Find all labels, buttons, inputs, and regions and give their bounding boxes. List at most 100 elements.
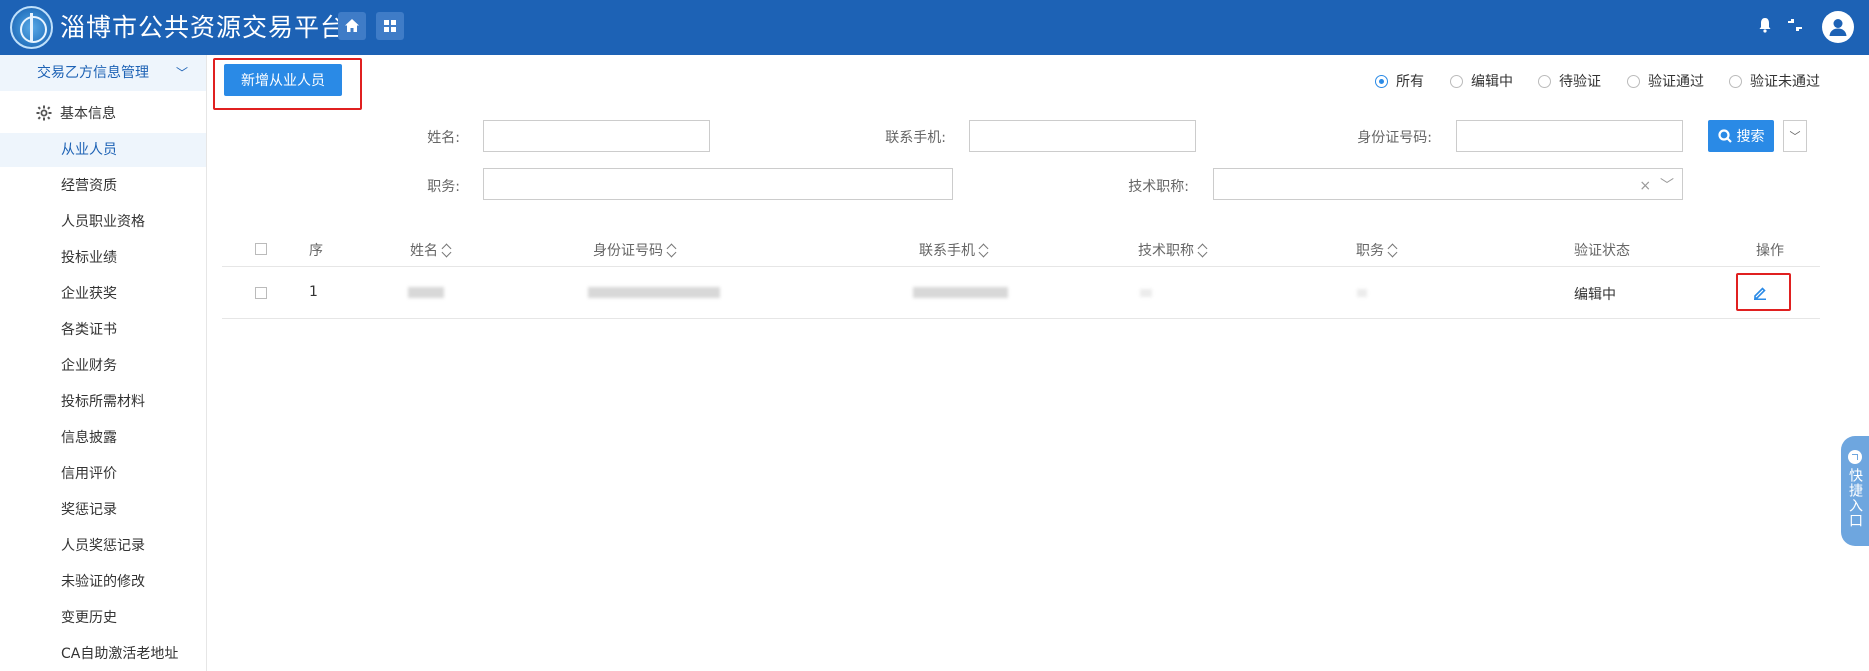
row-checkbox[interactable]: [255, 287, 267, 299]
radio-label: 编辑中: [1471, 74, 1513, 90]
sidebar: 交易乙方信息管理 ﹀ 基本信息 从业人员 经营资质 人员职业资格 投标业绩 企业…: [0, 55, 207, 671]
chevron-down-icon[interactable]: ﹀: [1660, 178, 1674, 194]
grid-icon: [384, 20, 396, 32]
redacted-tech-title: [1140, 289, 1152, 297]
col-label: 姓名: [410, 243, 438, 259]
sidebar-item-professional-qualifications[interactable]: 人员职业资格: [0, 205, 206, 239]
user-icon: [1829, 19, 1847, 36]
col-label: 技术职称: [1138, 243, 1194, 259]
phone-input[interactable]: [969, 120, 1196, 152]
sidebar-group-label: 交易乙方信息管理: [37, 65, 149, 81]
sidebar-item-change-history[interactable]: 变更历史: [0, 601, 206, 635]
radio-dot: [1627, 74, 1640, 88]
col-index: 序: [309, 240, 323, 260]
sidebar-group-header[interactable]: 交易乙方信息管理 ﹀: [0, 55, 206, 91]
id-number-label: 身份证号码:: [1357, 130, 1432, 146]
select-controls: × ﹀: [1639, 175, 1674, 195]
id-number-input[interactable]: [1456, 120, 1683, 152]
sidebar-item-qualifications[interactable]: 经营资质: [0, 169, 206, 203]
sidebar-item-unverified-changes[interactable]: 未验证的修改: [0, 565, 206, 599]
col-label: 身份证号码: [593, 243, 663, 259]
quick-entry-tab[interactable]: 快捷入口: [1841, 436, 1869, 546]
platform-logo: [10, 6, 53, 49]
radio-label: 验证未通过: [1750, 74, 1820, 90]
col-position[interactable]: 职务: [1356, 240, 1398, 260]
col-label: 联系手机: [919, 243, 975, 259]
clear-icon[interactable]: ×: [1639, 178, 1651, 194]
sidebar-item-ca-activation[interactable]: CA自助激活老地址: [0, 637, 206, 671]
sidebar-item-practitioners[interactable]: 从业人员: [0, 133, 206, 167]
search-icon: [1717, 129, 1732, 143]
notification-button[interactable]: [1756, 16, 1774, 34]
table-header-divider: [222, 266, 1820, 267]
sidebar-section-basic-info[interactable]: 基本信息: [36, 103, 116, 123]
col-id-number[interactable]: 身份证号码: [593, 240, 677, 260]
sidebar-item-company-awards[interactable]: 企业获奖: [0, 277, 206, 311]
name-label: 姓名:: [427, 130, 460, 146]
sort-icon: [979, 243, 989, 257]
radio-label: 所有: [1396, 74, 1424, 90]
row-status: 编辑中: [1574, 287, 1616, 303]
apps-button[interactable]: [376, 12, 404, 40]
radio-dot: [1538, 74, 1551, 88]
tech-title-label: 技术职称:: [1128, 179, 1189, 195]
table-row-divider: [222, 318, 1820, 319]
home-button[interactable]: [338, 12, 366, 40]
position-label: 职务:: [427, 179, 460, 195]
sidebar-item-disclosure[interactable]: 信息披露: [0, 421, 206, 455]
switch-button[interactable]: [1786, 16, 1804, 34]
app-title: 淄博市公共资源交易平台: [60, 13, 347, 42]
sort-icon: [1388, 243, 1398, 257]
sort-icon: [667, 243, 677, 257]
sort-icon: [442, 243, 452, 257]
sidebar-item-finance[interactable]: 企业财务: [0, 349, 206, 383]
chevron-down-icon: ﹀: [175, 66, 188, 80]
gear-icon: [36, 105, 52, 121]
radio-label: 验证通过: [1648, 74, 1704, 90]
sidebar-item-staff-rewards-penalties[interactable]: 人员奖惩记录: [0, 529, 206, 563]
col-actions: 操作: [1756, 240, 1784, 260]
col-name[interactable]: 姓名: [410, 240, 452, 260]
expand-filters-button[interactable]: ﹀: [1783, 120, 1807, 152]
sidebar-section-label: 基本信息: [60, 106, 116, 122]
col-label: 序: [309, 243, 323, 259]
radio-dot: [1375, 74, 1388, 88]
sidebar-item-rewards-penalties[interactable]: 奖惩记录: [0, 493, 206, 527]
bell-icon: [1759, 18, 1771, 33]
col-tech-title[interactable]: 技术职称: [1138, 240, 1208, 260]
quick-entry-label: 快捷入口: [1847, 468, 1863, 528]
redacted-name: [408, 287, 444, 298]
name-input[interactable]: [483, 120, 710, 152]
switch-icon: [1788, 19, 1802, 31]
sidebar-item-credit-rating[interactable]: 信用评价: [0, 457, 206, 491]
row-index: 1: [309, 284, 318, 300]
status-radio-pending[interactable]: 待验证: [1538, 71, 1601, 91]
redacted-id-number: [588, 287, 720, 298]
status-radio-verified[interactable]: 验证通过: [1627, 71, 1704, 91]
col-label: 职务: [1356, 243, 1384, 259]
sidebar-item-bid-performance[interactable]: 投标业绩: [0, 241, 206, 275]
search-button-label: 搜索: [1736, 129, 1765, 145]
select-all-checkbox[interactable]: [255, 243, 267, 255]
col-label: 验证状态: [1574, 243, 1630, 259]
status-radio-all[interactable]: 所有: [1375, 71, 1424, 91]
sort-icon: [1198, 243, 1208, 257]
user-avatar-button[interactable]: [1822, 11, 1854, 43]
radio-dot: [1729, 74, 1742, 88]
top-header: 淄博市公共资源交易平台: [0, 0, 1869, 55]
phone-label: 联系手机:: [885, 130, 946, 146]
search-button[interactable]: 搜索: [1708, 120, 1774, 152]
radio-label: 待验证: [1559, 74, 1601, 90]
col-phone[interactable]: 联系手机: [919, 240, 989, 260]
status-radio-editing[interactable]: 编辑中: [1450, 71, 1513, 91]
col-status: 验证状态: [1574, 240, 1630, 260]
chevron-down-icon: ﹀: [1789, 130, 1801, 143]
sidebar-item-certificates[interactable]: 各类证书: [0, 313, 206, 347]
home-icon: [345, 19, 359, 32]
status-radio-rejected[interactable]: 验证未通过: [1729, 71, 1820, 91]
position-input[interactable]: [483, 168, 953, 200]
tech-title-select[interactable]: × ﹀: [1213, 168, 1683, 200]
arrow-up-right-icon: [1848, 450, 1862, 464]
sidebar-item-bid-materials[interactable]: 投标所需材料: [0, 385, 206, 419]
radio-dot: [1450, 74, 1463, 88]
